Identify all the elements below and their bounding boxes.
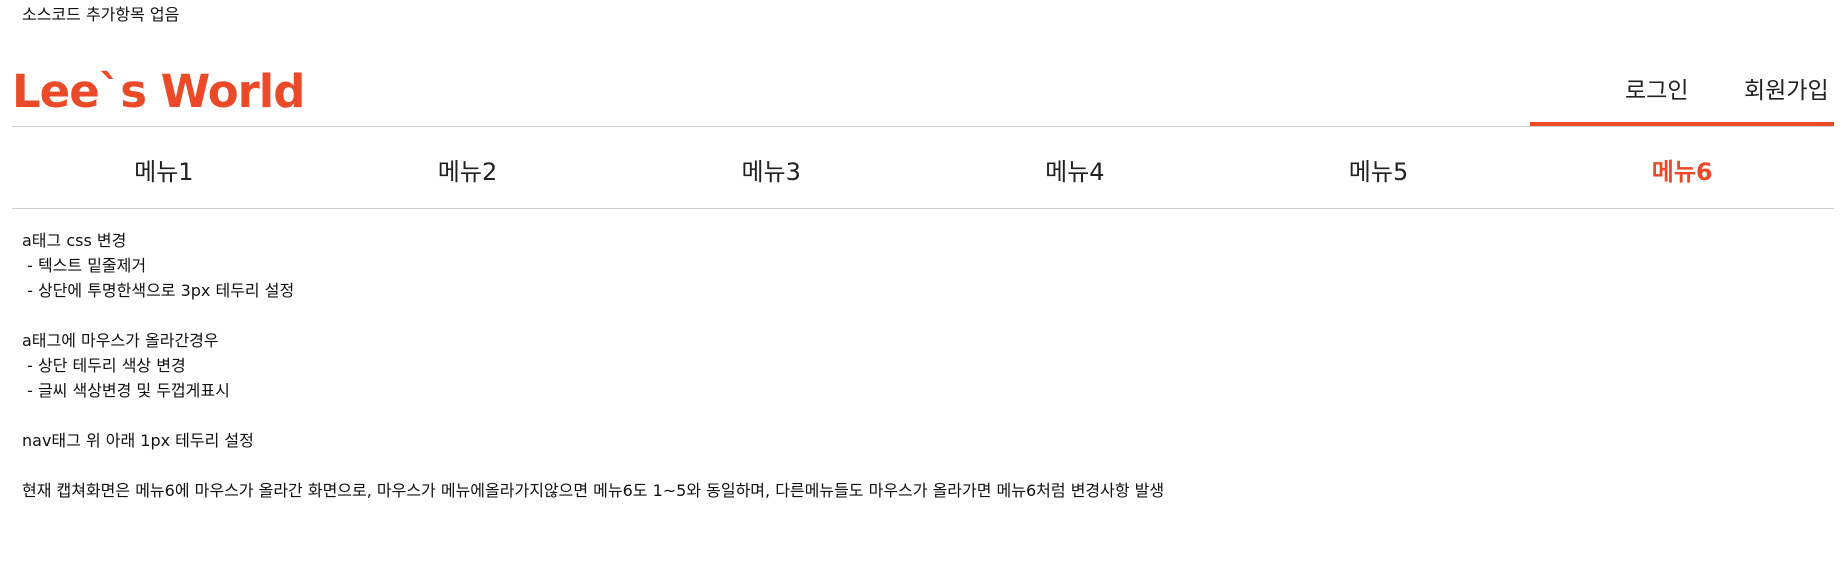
login-link[interactable]: 로그인 xyxy=(1625,76,1688,106)
note-a-css-title: a태그 css 변경 xyxy=(22,231,127,250)
note-a-hover-item: - 글씨 색상변경 및 두껍게표시 xyxy=(22,381,230,400)
auth-links: 로그인 회원가입 xyxy=(1530,60,1834,126)
header: Lee`s World 로그인 회원가입 xyxy=(12,60,1834,127)
nav-item-menu1[interactable]: 메뉴1 xyxy=(12,128,316,208)
nav-item-menu6[interactable]: 메뉴6 xyxy=(1530,128,1834,208)
note-a-hover-item: - 상단 테두리 색상 변경 xyxy=(22,356,186,375)
top-note: 소스코드 추가항목 업음 xyxy=(22,5,180,24)
signup-link[interactable]: 회원가입 xyxy=(1744,76,1829,106)
note-a-css-item: - 상단에 투명한색으로 3px 테두리 설정 xyxy=(22,281,295,300)
nav-item-menu3[interactable]: 메뉴3 xyxy=(619,128,923,208)
note-caption: 현재 캡쳐화면은 메뉴6에 마우스가 올라간 화면으로, 마우스가 메뉴에올라가… xyxy=(22,481,1165,500)
nav-item-menu2[interactable]: 메뉴2 xyxy=(316,128,620,208)
nav-item-menu4[interactable]: 메뉴4 xyxy=(923,128,1227,208)
note-a-hover-title: a태그에 마우스가 올라간경우 xyxy=(22,331,219,350)
nav-item-menu5[interactable]: 메뉴5 xyxy=(1227,128,1531,208)
note-nav-border: nav태그 위 아래 1px 테두리 설정 xyxy=(22,431,254,450)
note-a-css-item: - 텍스트 밑줄제거 xyxy=(22,256,147,275)
main-nav: 메뉴1 메뉴2 메뉴3 메뉴4 메뉴5 메뉴6 xyxy=(12,128,1834,209)
notes: a태그 css 변경 - 텍스트 밑줄제거 - 상단에 투명한색으로 3px 테… xyxy=(22,228,1164,503)
site-logo: Lee`s World xyxy=(12,65,305,118)
